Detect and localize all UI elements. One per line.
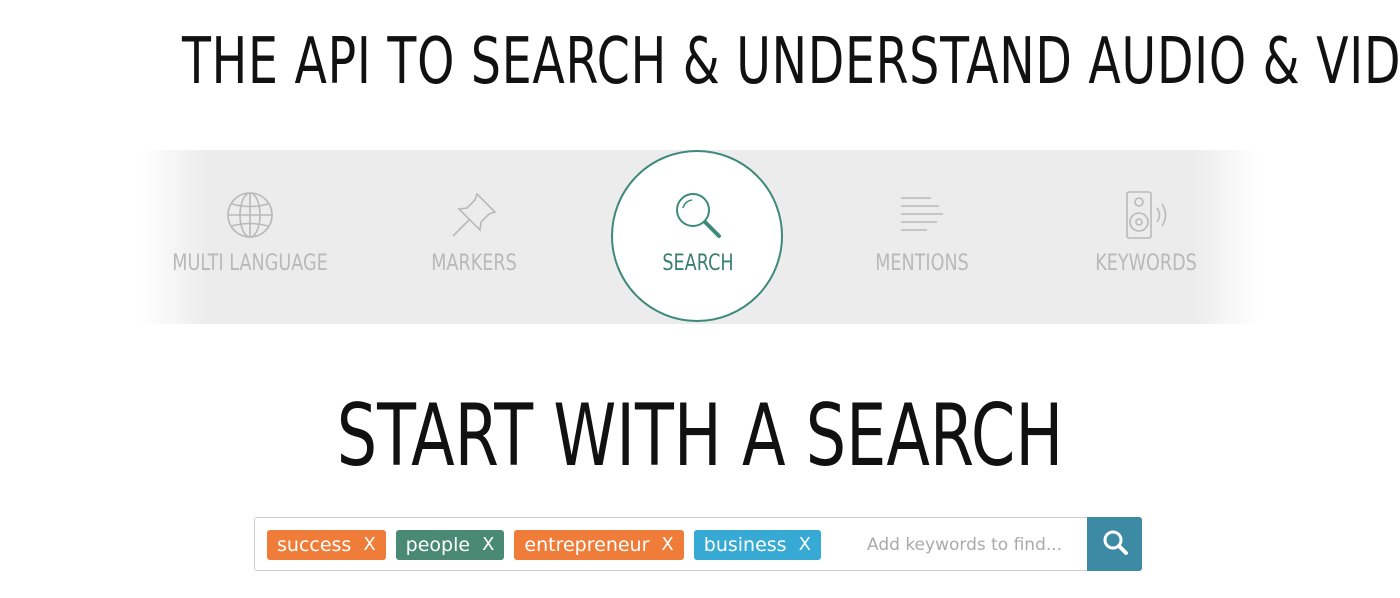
search-section-title: START WITH A SEARCH (336, 386, 1064, 486)
tag-text: people (405, 534, 471, 556)
remove-tag-icon[interactable]: X (363, 530, 375, 560)
remove-tag-icon[interactable]: X (799, 530, 811, 560)
text-lines-icon (897, 190, 947, 240)
search-button[interactable] (1087, 517, 1142, 571)
speaker-icon (1121, 190, 1171, 240)
remove-tag-icon[interactable]: X (482, 530, 494, 560)
feature-label: KEYWORDS (1095, 251, 1197, 276)
magnifier-icon (673, 190, 723, 240)
keyword-search-input[interactable] (867, 528, 1085, 562)
keyword-tag[interactable]: success X (267, 530, 386, 560)
keyword-tag[interactable]: people X (395, 530, 505, 560)
page-headline: THE API TO SEARCH & UNDERSTAND AUDIO & V… (182, 25, 1400, 99)
search-icon (1102, 529, 1128, 560)
landing-page: THE API TO SEARCH & UNDERSTAND AUDIO & V… (0, 0, 1400, 598)
tag-text: success (277, 534, 352, 556)
keyword-tag[interactable]: business X (693, 530, 821, 560)
feature-label: MENTIONS (875, 251, 969, 276)
keyword-tag[interactable]: entrepreneur X (514, 530, 684, 560)
feature-mentions[interactable]: MENTIONS (812, 150, 1032, 324)
feature-keywords[interactable]: KEYWORDS (1036, 150, 1256, 324)
feature-strip: MULTI LANGUAGE MARKERS SEARCH MENTIONS K… (140, 150, 1260, 324)
feature-label: SEARCH (662, 251, 734, 276)
tag-text: business (703, 534, 787, 556)
tag-text: entrepreneur (524, 534, 650, 556)
keyword-tags: success X people X entrepreneur X busine… (267, 530, 821, 560)
keyword-search-bar: success X people X entrepreneur X busine… (254, 517, 1142, 571)
remove-tag-icon[interactable]: X (661, 530, 673, 560)
